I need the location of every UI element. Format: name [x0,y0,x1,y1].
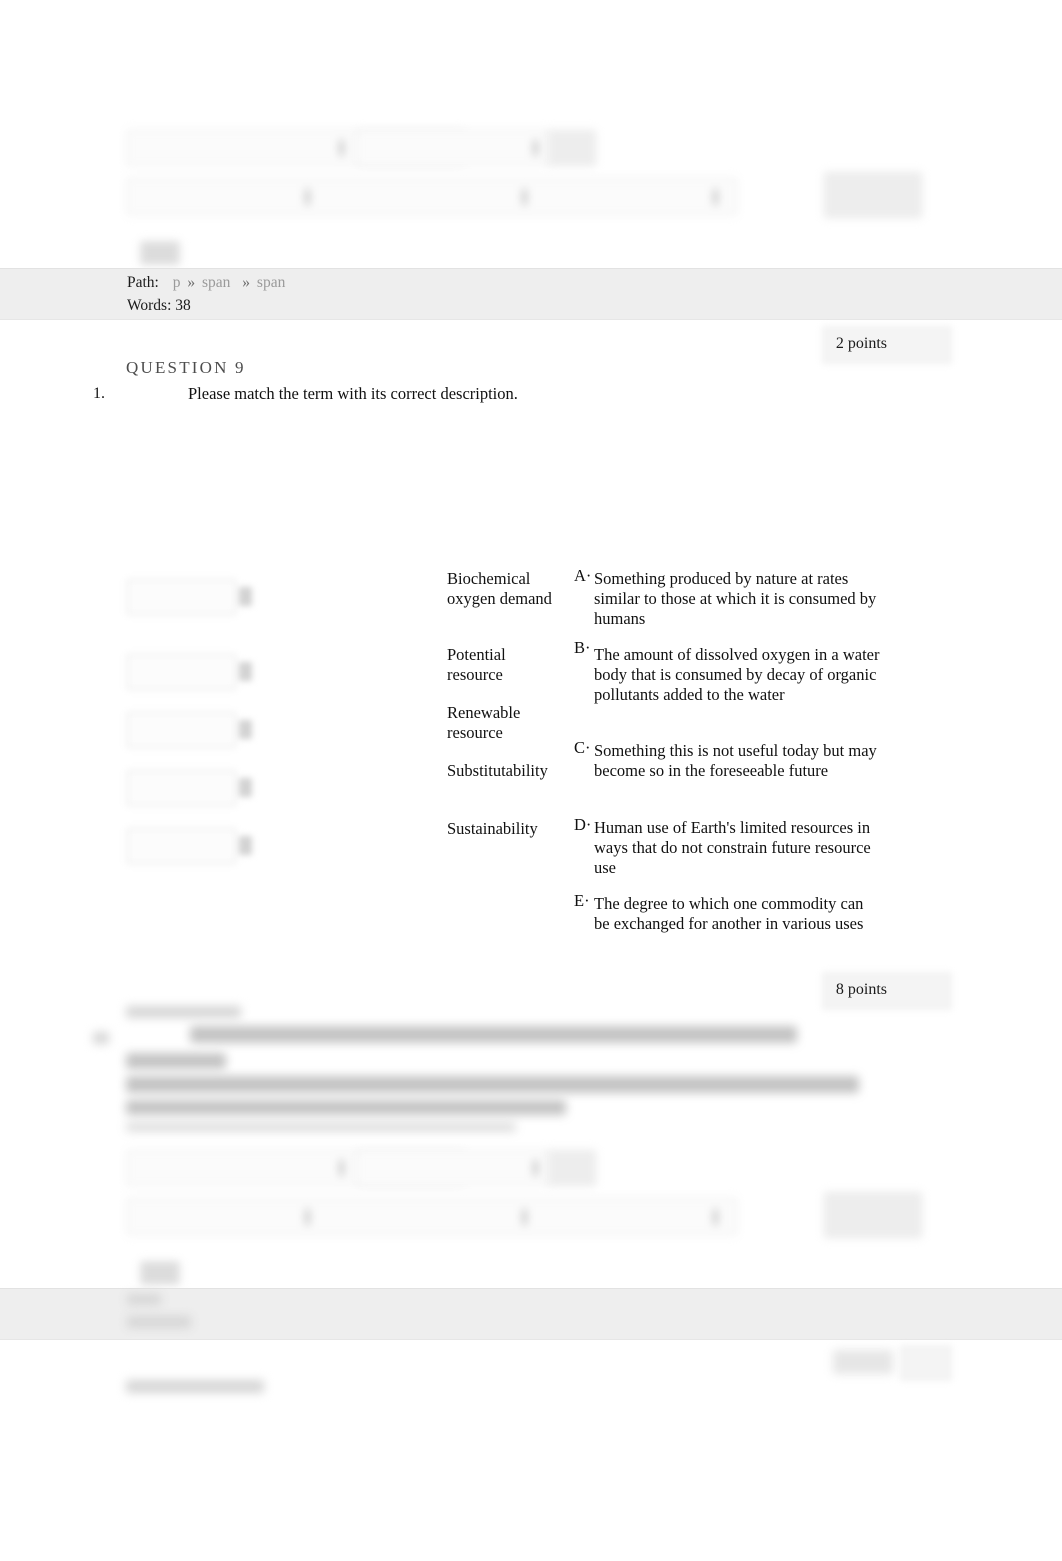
toolbar-divider-icon [522,188,527,205]
question10-points: 8 points [835,981,887,998]
description-marker-0: A· [574,566,592,585]
description-marker-3: D· [574,815,592,834]
term-label-1: Potential resource [447,645,506,685]
question10-heading-placeholder [126,1006,241,1018]
toolbar-expand-button[interactable] [824,172,922,218]
toolbar-row-2[interactable] [127,178,737,215]
description-marker-2: C· [574,738,591,757]
question10-item-number-placeholder [93,1032,109,1044]
toolbar-divider-icon [533,140,538,156]
question10-prompt-line-1 [190,1026,797,1043]
match-select-3[interactable] [127,770,252,806]
question9-heading: QUESTION 9 [126,358,246,377]
toolbar2-row-2[interactable] [127,1198,737,1235]
path-segment-1[interactable]: span [202,274,230,291]
toolbar-divider-icon [305,188,310,205]
question9-points: 2 points [835,335,887,352]
match-select-1[interactable] [127,654,252,690]
toolbar-row-1b[interactable] [357,130,549,166]
match-select-2[interactable] [127,712,252,748]
description-text-4: The degree to which one commodity can be… [594,894,864,934]
description-text-3: Human use of Earth's limited resources i… [594,818,871,878]
toolbar-divider-icon [305,1208,310,1225]
toolbar-overflow-button[interactable] [548,130,596,166]
description-text-2: Something this is not useful today but m… [594,741,877,781]
chevron-down-icon[interactable] [239,662,252,681]
footer-action-button[interactable] [833,1350,893,1374]
path-line-placeholder [127,1294,161,1305]
editor-word-count: Words: 38 [127,297,191,315]
path-separator-icon: » [187,274,196,291]
chevron-down-icon[interactable] [239,720,252,739]
question10-prompt-line-3 [126,1076,859,1093]
question10-prompt-line-4 [126,1100,566,1115]
chevron-down-icon[interactable] [239,778,252,797]
question10-prompt-line-2 [126,1053,226,1069]
match-select-0[interactable] [127,579,252,615]
path-separator-icon: » [242,274,251,291]
editor-path-line: Path: p » span » span [127,274,285,292]
toolbar-divider-icon [713,188,718,205]
editor-resize-handle[interactable] [140,241,180,265]
description-text-0: Something produced by nature at rates si… [594,569,877,629]
description-marker-1: B· [574,638,591,657]
footer-question-label [126,1380,264,1393]
term-label-2: Renewable resource [447,703,521,743]
description-text-1: The amount of dissolved oxygen in a wate… [594,645,880,705]
question9-prompt: Please match the term with its correct d… [188,384,518,403]
toolbar-divider-icon [533,1160,538,1176]
term-label-3: Substitutability [447,761,548,780]
word-count-text: Words: 38 [127,297,191,314]
chevron-down-icon[interactable] [239,587,252,606]
toolbar-divider-icon [339,1160,344,1176]
toolbar-divider-icon [522,1208,527,1225]
chevron-down-icon[interactable] [239,836,252,855]
toolbar2-expand-button[interactable] [824,1192,922,1238]
path-segment-0[interactable]: p [163,274,181,291]
toolbar2-overflow-button[interactable] [548,1150,596,1186]
path-segment-2[interactable]: span [257,274,285,291]
word-count-placeholder [127,1316,191,1328]
term-label-4: Sustainability [447,819,538,838]
match-select-4[interactable] [127,828,252,864]
question9-item-number: 1. [93,385,105,402]
toolbar-divider-icon [339,140,344,156]
question10-prompt-line-5 [126,1122,516,1132]
footer-points-box [900,1345,952,1381]
term-label-0: Biochemical oxygen demand [447,569,552,609]
toolbar-divider-icon [713,1208,718,1225]
description-marker-4: E· [574,891,590,910]
editor2-resize-handle[interactable] [140,1261,180,1285]
path-label: Path: [127,274,159,291]
toolbar2-row-1b[interactable] [357,1150,549,1186]
